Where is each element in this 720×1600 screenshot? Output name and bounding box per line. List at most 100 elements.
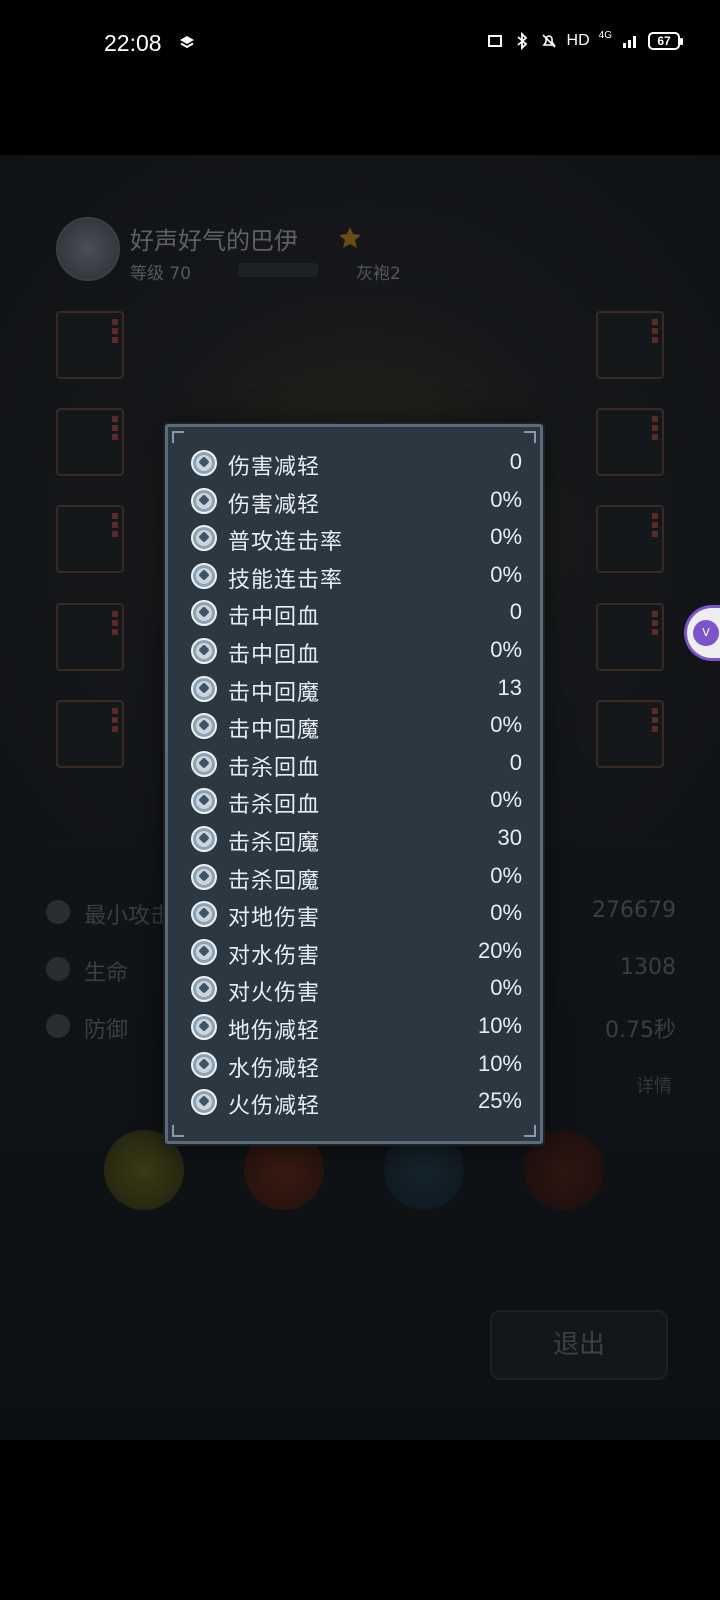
attribute-value: 0%: [490, 712, 522, 738]
equipment-slot-right-5[interactable]: [596, 700, 664, 768]
attribute-row: 对水伤害 20%: [188, 935, 522, 969]
attribute-row: 水伤减轻 10%: [188, 1048, 522, 1082]
attribute-label: 对水伤害: [228, 943, 321, 969]
attribute-value: 0: [509, 449, 522, 474]
attribute-row: 击杀回魔 0%: [188, 860, 522, 894]
attribute-label: 普攻连击率: [228, 530, 344, 556]
attribute-icon: [191, 1051, 217, 1078]
stat-label: 防御: [84, 1018, 129, 1043]
attribute-value: 0%: [490, 862, 522, 888]
experience-bar: [238, 263, 318, 277]
corner-ornament: [524, 431, 536, 443]
attribute-row: 击中回血 0: [188, 596, 522, 630]
attribute-row: 击杀回血 0%: [188, 784, 522, 818]
equipment-slot-right-3[interactable]: [596, 505, 664, 573]
player-avatar[interactable]: [56, 217, 120, 281]
attribute-icon: [191, 788, 217, 815]
attribute-icon: [191, 675, 217, 702]
attribute-icon: [191, 938, 217, 965]
stat-value: 0.75秒: [605, 1018, 676, 1043]
attribute-value: 20%: [477, 937, 522, 963]
attribute-value: 0%: [490, 524, 522, 550]
attribute-row: 技能连击率 0%: [188, 559, 522, 593]
equipment-slot-left-1[interactable]: [56, 311, 124, 379]
attribute-value: 0%: [490, 486, 522, 512]
attribute-icon: [191, 487, 217, 514]
attribute-label: 水伤减轻: [228, 1056, 321, 1082]
detail-link[interactable]: 详情: [636, 1072, 672, 1098]
player-level: 等级 70: [130, 264, 192, 284]
heart-icon: [46, 957, 70, 981]
exit-button[interactable]: 退出: [490, 1310, 668, 1380]
attribute-label: 击中回魔: [228, 680, 321, 706]
attribute-row: 击杀回血 0: [188, 747, 522, 781]
equipment-slot-right-2[interactable]: [596, 408, 664, 476]
attribute-row: 对火伤害 0%: [188, 972, 522, 1006]
attribute-icon: [191, 826, 217, 852]
attribute-row: 击中回魔 0%: [188, 709, 522, 743]
equipment-slot-left-5[interactable]: [56, 700, 124, 768]
status-icons: HD 4G 67: [486, 30, 683, 50]
attribute-icon: [191, 1014, 217, 1040]
attribute-popup: 伤害减轻 0 伤害减轻 0% 普攻连击率 0% 技能连击率 0% 击中回血 0 击中回血 0% 击中回魔…: [165, 424, 543, 1144]
stat-label: 最小攻击: [84, 904, 173, 929]
signal-bars-icon: [623, 36, 636, 48]
attribute-value: 0%: [490, 900, 522, 926]
attribute-row: 普攻连击率 0%: [188, 521, 522, 555]
attribute-icon: [191, 450, 217, 476]
attribute-value: 10%: [477, 1013, 522, 1038]
attribute-icon: [191, 562, 217, 589]
attribute-row: 伤害减轻 0: [188, 446, 522, 480]
attribute-label: 击杀回血: [228, 793, 321, 819]
attribute-row: 伤害减轻 0%: [188, 484, 522, 518]
attribute-label: 对火伤害: [228, 981, 321, 1007]
attribute-row: 击中回魔 13: [188, 672, 522, 706]
equipment-slot-right-4[interactable]: [596, 603, 664, 671]
attribute-icon: [191, 976, 217, 1003]
attribute-label: 击中回魔: [228, 718, 321, 744]
attribute-value: 0: [509, 749, 522, 775]
corner-ornament: [524, 1125, 536, 1137]
attribute-value: 30: [497, 825, 522, 850]
layers-icon: [180, 36, 194, 49]
corner-ornament: [172, 431, 184, 443]
attribute-label: 击杀回血: [228, 755, 321, 781]
attribute-icon: [191, 901, 217, 928]
attribute-label: 击中回血: [228, 605, 321, 631]
equipment-slot-right-1[interactable]: [596, 311, 664, 379]
rank-badge-icon: [339, 227, 361, 248]
corner-ornament: [172, 1125, 184, 1137]
attribute-icon: [191, 1089, 217, 1116]
attribute-value: 13: [497, 674, 522, 700]
sword-icon: [46, 900, 70, 924]
equipment-slot-left-3[interactable]: [56, 505, 124, 573]
attribute-value: 0%: [490, 561, 522, 587]
equipment-slot-left-4[interactable]: [56, 603, 124, 671]
attribute-icon: [191, 863, 217, 890]
attribute-label: 击中回血: [228, 643, 321, 668]
attribute-value: 0: [509, 599, 522, 625]
mute-icon: [541, 34, 556, 48]
attribute-value: 0%: [490, 637, 522, 662]
battery-icon: 67: [648, 32, 683, 50]
attribute-value: 0%: [490, 787, 522, 813]
network-type: HD: [566, 32, 590, 49]
attribute-label: 伤害减轻: [228, 492, 321, 518]
attribute-label: 地伤减轻: [228, 1019, 321, 1044]
equipment-slot-left-2[interactable]: [56, 408, 124, 476]
stat-label: 生命: [84, 961, 129, 986]
attribute-row: 地伤减轻 10%: [188, 1010, 522, 1044]
attribute-label: 伤害减轻: [228, 455, 321, 480]
attribute-icon: [191, 600, 217, 627]
player-name: 好声好气的巴伊: [130, 227, 298, 255]
attribute-value: 25%: [477, 1088, 522, 1114]
clock: 22:08: [104, 30, 162, 56]
stat-value: 1308: [620, 955, 676, 980]
attribute-value: 0%: [490, 975, 522, 1001]
attribute-label: 火伤减轻: [228, 1094, 321, 1120]
attribute-label: 击杀回魔: [228, 831, 321, 856]
attribute-row: 击杀回魔 30: [188, 822, 522, 856]
attribute-icon: [191, 750, 217, 777]
attribute-label: 击杀回魔: [228, 868, 321, 894]
assistant-icon: V: [693, 620, 719, 646]
